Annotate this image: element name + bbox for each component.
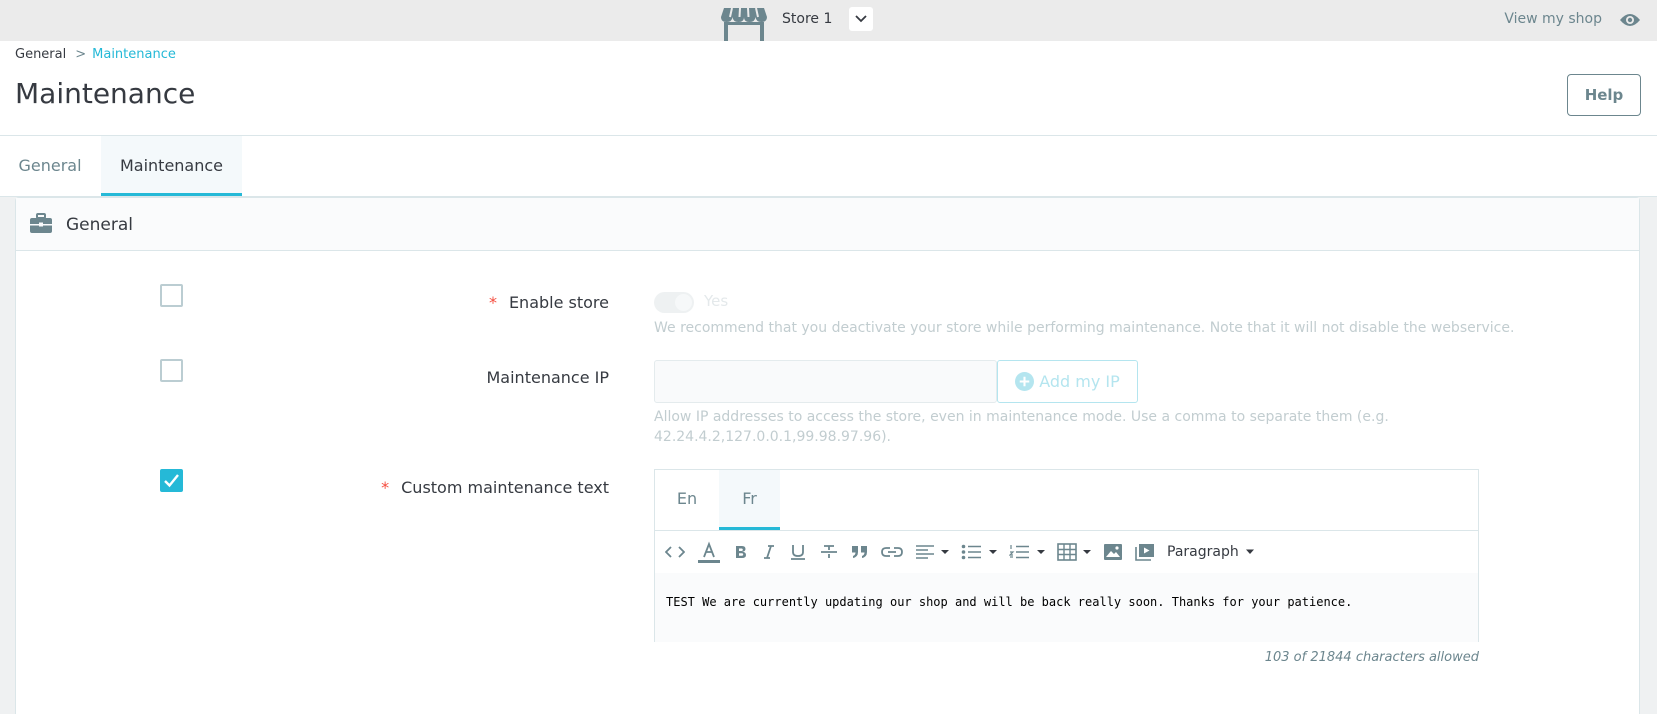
underline-icon	[791, 545, 805, 560]
text-color-button[interactable]	[697, 540, 721, 564]
enable-store-switch[interactable]	[654, 292, 694, 313]
top-bar: Store 1 View my shop	[0, 0, 1657, 41]
eye-icon[interactable]	[1619, 11, 1641, 29]
image-icon	[1104, 544, 1122, 560]
format-dropdown-label: Paragraph	[1167, 544, 1239, 560]
text-color-icon	[698, 541, 720, 563]
help-button[interactable]: Help	[1567, 74, 1641, 116]
link-icon	[881, 547, 903, 557]
align-button[interactable]	[915, 540, 949, 564]
maintenance-ip-help: Allow IP addresses to access the store, …	[654, 407, 1389, 447]
link-button[interactable]	[881, 540, 903, 564]
media-icon	[1135, 544, 1154, 561]
bold-icon	[736, 546, 746, 558]
switch-knob	[675, 294, 692, 311]
maintenance-ip-input[interactable]	[654, 360, 997, 403]
custom-text-label-text: Custom maintenance text	[401, 478, 609, 497]
panel-header: General	[16, 198, 1639, 251]
maintenance-ip-checkbox[interactable]	[160, 359, 183, 382]
strikethrough-icon	[821, 545, 837, 558]
required-marker: *	[381, 478, 390, 497]
enable-store-help: We recommend that you deactivate your st…	[654, 320, 1515, 336]
plus-circle-icon	[1015, 372, 1035, 391]
chevron-down-icon	[855, 15, 867, 23]
bullet-list-icon	[961, 544, 997, 560]
add-my-ip-label: Add my IP	[1039, 372, 1120, 391]
enable-store-label-text: Enable store	[508, 293, 609, 312]
maintenance-ip-help-line1: Allow IP addresses to access the store, …	[654, 409, 1389, 425]
maintenance-ip-help-line2: 42.24.4.2,127.0.0.1,99.98.97.96).	[654, 429, 892, 445]
custom-text-label: * Custom maintenance text	[300, 478, 609, 497]
panel-title: General	[66, 215, 133, 235]
add-my-ip-button[interactable]: Add my IP	[997, 360, 1138, 403]
language-tabs: En Fr	[655, 470, 1478, 531]
page-header: General > Maintenance Maintenance Help	[0, 41, 1657, 136]
table-icon	[1057, 543, 1091, 561]
enable-store-switch-label: Yes	[704, 292, 729, 310]
italic-icon	[764, 545, 774, 559]
rich-text-editor: En Fr Paragraph TEST We are currently up…	[654, 469, 1479, 642]
store-name: Store 1	[782, 11, 833, 27]
checkmark-icon	[164, 474, 179, 488]
code-icon	[665, 546, 685, 558]
character-counter: 103 of 21844 characters allowed	[1264, 650, 1479, 665]
breadcrumb: General > Maintenance	[15, 47, 176, 62]
image-button[interactable]	[1103, 540, 1123, 564]
page-title: Maintenance	[15, 77, 196, 110]
bold-button[interactable]	[733, 540, 749, 564]
numbered-list-button[interactable]	[1009, 540, 1045, 564]
editor-toolbar: Paragraph	[655, 531, 1478, 573]
source-code-button[interactable]	[665, 540, 685, 564]
custom-text-checkbox[interactable]	[160, 469, 183, 492]
required-marker: *	[488, 293, 497, 312]
underline-button[interactable]	[789, 540, 807, 564]
breadcrumb-separator: >	[75, 47, 87, 62]
enable-store-checkbox[interactable]	[160, 284, 183, 307]
tab-language-fr[interactable]: Fr	[719, 470, 780, 530]
table-button[interactable]	[1057, 540, 1091, 564]
tab-maintenance[interactable]: Maintenance	[101, 136, 242, 196]
blockquote-button[interactable]	[851, 540, 869, 564]
italic-button[interactable]	[761, 540, 777, 564]
briefcase-icon	[30, 213, 52, 233]
media-button[interactable]	[1135, 540, 1155, 564]
view-my-shop-link[interactable]: View my shop	[1504, 11, 1602, 27]
enable-store-label: * Enable store	[400, 293, 609, 312]
caret-down-icon	[1245, 549, 1254, 554]
bullet-list-button[interactable]	[961, 540, 997, 564]
store-dropdown-button[interactable]	[849, 7, 873, 31]
format-dropdown[interactable]: Paragraph	[1167, 544, 1255, 560]
breadcrumb-parent[interactable]: General	[15, 47, 66, 62]
strikethrough-button[interactable]	[819, 540, 839, 564]
quote-icon	[852, 546, 867, 558]
page-tabs: General Maintenance	[0, 136, 1657, 197]
tab-language-en[interactable]: En	[655, 470, 719, 530]
maintenance-ip-label: Maintenance IP	[486, 368, 610, 387]
numbered-list-icon	[1009, 545, 1045, 559]
editor-content[interactable]: TEST We are currently updating our shop …	[655, 573, 1478, 642]
store-icon	[721, 7, 767, 41]
align-left-icon	[916, 545, 949, 559]
breadcrumb-current[interactable]: Maintenance	[92, 47, 176, 62]
tab-general[interactable]: General	[0, 136, 100, 196]
